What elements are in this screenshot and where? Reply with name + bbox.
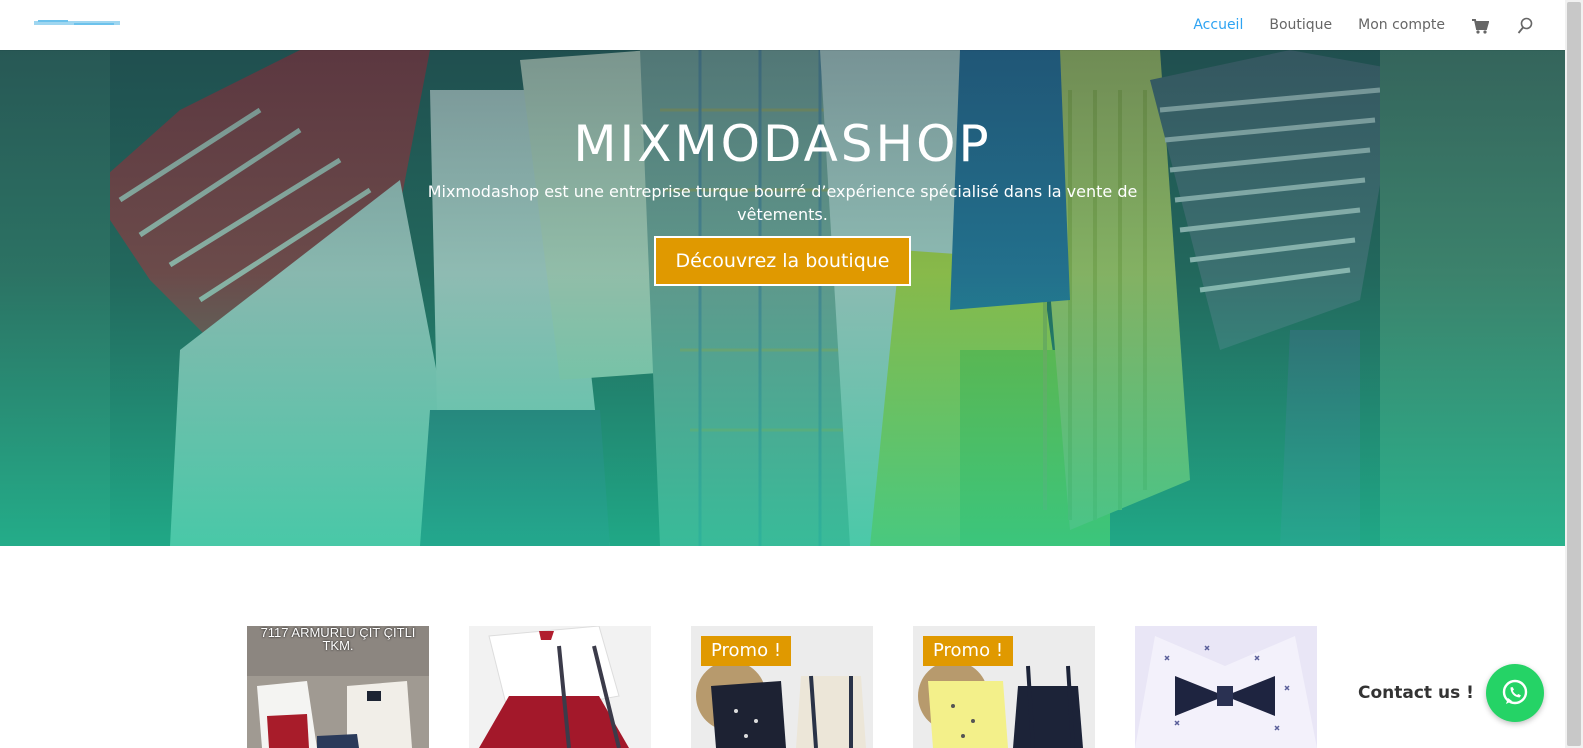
nav-item-accueil[interactable]: Accueil — [1193, 17, 1243, 33]
product-card[interactable] — [1135, 626, 1317, 748]
search-icon[interactable] — [1517, 17, 1533, 35]
page-scrollbar[interactable] — [1565, 0, 1583, 748]
product-caption: 7117 ARMURLU ÇIT ÇITLI TKM. — [260, 626, 416, 653]
nav-item-mon-compte[interactable]: Mon compte — [1358, 17, 1445, 33]
contact-label[interactable]: Contact us ! — [1358, 683, 1474, 703]
product-row: 7117 ARMURLU ÇIT ÇITLI TKM. Promo ! Prom… — [247, 626, 1317, 748]
product-card[interactable]: Promo ! — [913, 626, 1095, 748]
cart-icon[interactable] — [1471, 17, 1489, 35]
whatsapp-button[interactable] — [1486, 664, 1544, 722]
promo-badge: Promo ! — [923, 636, 1014, 666]
site-header: Accueil Boutique Mon compte — [0, 0, 1565, 50]
whatsapp-icon — [1502, 679, 1528, 705]
hero-subtitle: Mixmodashop est une entreprise turque bo… — [427, 182, 1138, 224]
site-logo[interactable] — [34, 18, 120, 28]
product-image — [469, 626, 651, 748]
product-card[interactable]: Promo ! — [691, 626, 873, 748]
product-image — [1135, 626, 1317, 748]
hero-banner: MIXMODASHOP Mixmodashop est une entrepri… — [0, 50, 1565, 546]
product-card[interactable]: 7117 ARMURLU ÇIT ÇITLI TKM. — [247, 626, 429, 748]
promo-badge: Promo ! — [701, 636, 792, 666]
nav-item-boutique[interactable]: Boutique — [1269, 17, 1332, 33]
scrollbar-thumb[interactable] — [1567, 2, 1581, 746]
product-card[interactable] — [469, 626, 651, 748]
main-nav: Accueil Boutique Mon compte — [1193, 0, 1565, 50]
hero-content: MIXMODASHOP Mixmodashop est une entrepri… — [0, 50, 1565, 546]
discover-shop-button[interactable]: Découvrez la boutique — [653, 236, 912, 286]
hero-title: MIXMODASHOP — [573, 115, 992, 173]
